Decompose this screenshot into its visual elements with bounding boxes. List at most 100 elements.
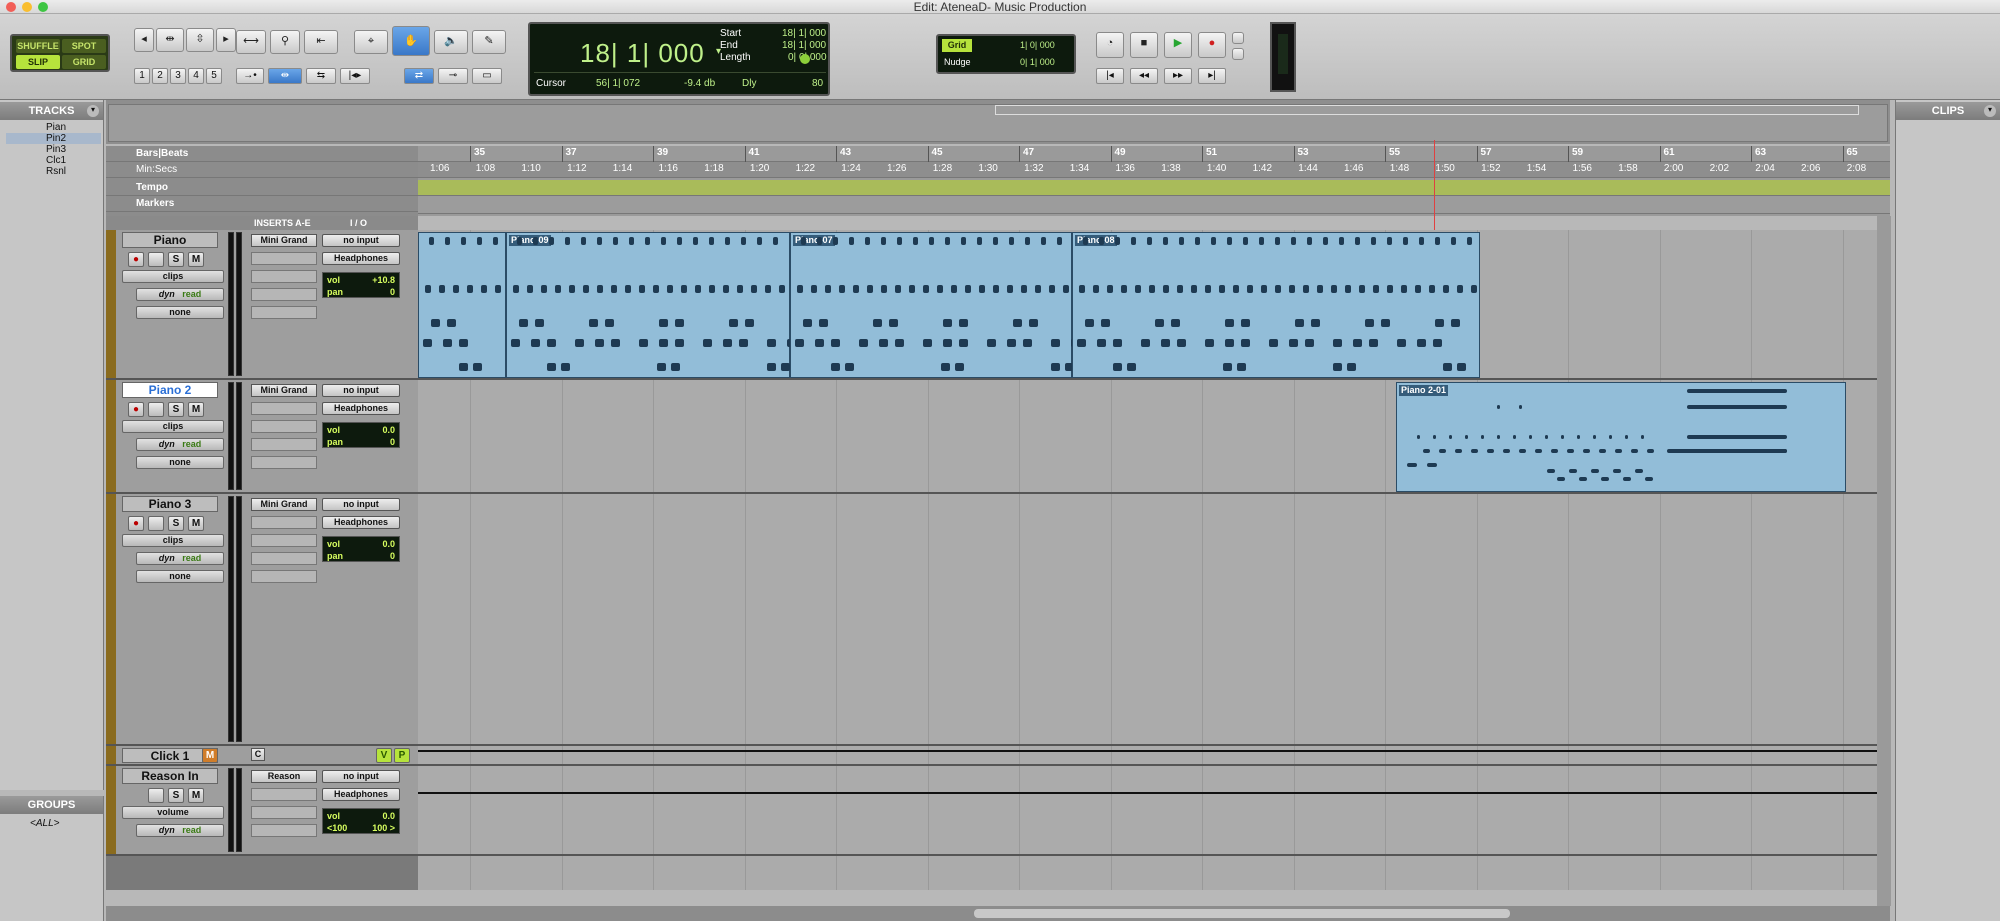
midi-note[interactable] <box>765 285 771 293</box>
midi-note[interactable] <box>1155 319 1164 327</box>
bars-ruler[interactable]: 35 37 39 41 43 45 47 49 51 53 55 57 59 61 63 65 <box>418 146 1890 162</box>
horizontal-scrollbar[interactable] <box>418 906 1890 921</box>
midi-note[interactable] <box>1049 285 1055 293</box>
midi-note[interactable] <box>1387 237 1392 245</box>
midi-note[interactable] <box>1529 435 1532 439</box>
midi-note[interactable] <box>667 285 673 293</box>
input-selector[interactable]: no input <box>322 384 400 397</box>
midi-note[interactable] <box>1009 237 1014 245</box>
mute-button[interactable]: M <box>188 252 204 267</box>
midi-note[interactable] <box>1635 469 1643 473</box>
zoom-in-icon[interactable]: ▸ <box>216 28 236 52</box>
midi-note[interactable] <box>1317 285 1323 293</box>
midi-note[interactable] <box>1439 449 1446 453</box>
midi-note[interactable] <box>1471 285 1477 293</box>
midi-note[interactable] <box>1113 363 1122 371</box>
vol-pan-display[interactable]: vol +10.8 pan 0 <box>322 272 400 298</box>
midi-note[interactable] <box>723 285 729 293</box>
midi-note[interactable] <box>1407 463 1417 467</box>
midi-zoom-icon[interactable]: ⇳ <box>186 28 214 52</box>
midi-note[interactable] <box>1333 339 1342 347</box>
midi-note[interactable] <box>1191 285 1197 293</box>
midi-note[interactable] <box>1295 319 1304 327</box>
midi-note[interactable] <box>1465 435 1468 439</box>
midi-note[interactable] <box>1551 449 1558 453</box>
midi-note[interactable] <box>865 237 870 245</box>
midi-note[interactable] <box>1227 237 1232 245</box>
midi-note[interactable] <box>1687 389 1787 393</box>
midi-note[interactable] <box>661 237 666 245</box>
midi-note[interactable] <box>987 339 996 347</box>
clip-piano-start[interactable] <box>418 232 506 378</box>
midi-note[interactable] <box>1455 449 1462 453</box>
midi-note[interactable] <box>1625 435 1628 439</box>
midi-note[interactable] <box>1467 237 1472 245</box>
volume-value[interactable]: 0.0 <box>382 424 395 436</box>
zoom-preset-5[interactable]: 5 <box>206 68 222 84</box>
midi-note[interactable] <box>1085 319 1094 327</box>
midi-note[interactable] <box>629 237 634 245</box>
midi-note[interactable] <box>853 285 859 293</box>
midi-note[interactable] <box>459 363 468 371</box>
volume-value[interactable]: +10.8 <box>372 274 395 286</box>
midi-note[interactable] <box>779 285 785 293</box>
insert-slot[interactable] <box>251 306 317 319</box>
horizontal-scroll-thumb[interactable] <box>974 909 1510 918</box>
midi-note[interactable] <box>889 319 898 327</box>
rewind-icon[interactable]: ◂◂ <box>1130 68 1158 84</box>
track-name[interactable]: Piano 3 <box>122 496 218 512</box>
midi-note[interactable] <box>565 237 570 245</box>
selector-tool-icon[interactable]: ⌖ <box>354 30 388 54</box>
midi-note[interactable] <box>1025 237 1030 245</box>
midi-note[interactable] <box>1013 319 1022 327</box>
bars-beats-label[interactable]: Bars|Beats <box>106 146 418 162</box>
timeline-tracks[interactable]: Piano-09 Piano-07 Piano-08 Piano 2-01 <box>418 140 1890 890</box>
midi-note[interactable] <box>1567 449 1574 453</box>
midi-note[interactable] <box>1471 449 1478 453</box>
midi-note[interactable] <box>1307 237 1312 245</box>
nudge-value[interactable]: 0| 1| 000 <box>1020 57 1055 67</box>
midi-note[interactable] <box>1029 319 1038 327</box>
volume-value[interactable]: 0.0 <box>382 538 395 550</box>
midi-note[interactable] <box>1347 363 1356 371</box>
midi-note[interactable] <box>597 285 603 293</box>
clip-piano-2-01[interactable]: Piano 2-01 <box>1396 382 1846 492</box>
midi-note[interactable] <box>1569 469 1577 473</box>
midi-note[interactable] <box>531 339 540 347</box>
midi-note[interactable] <box>1561 435 1564 439</box>
comp-selector[interactable]: none <box>136 570 224 583</box>
midi-note[interactable] <box>1381 319 1390 327</box>
midi-note[interactable] <box>1435 319 1444 327</box>
midi-note[interactable] <box>739 339 748 347</box>
midi-note[interactable] <box>695 285 701 293</box>
insert-slot[interactable] <box>251 420 317 433</box>
midi-note[interactable] <box>1241 339 1250 347</box>
timeline-ruler[interactable]: 35 37 39 41 43 45 47 49 51 53 55 57 59 61 63 65 1:06 1:0… <box>418 146 1890 216</box>
midi-note[interactable] <box>1369 339 1378 347</box>
track-list-item[interactable]: Pin2 <box>6 133 101 144</box>
midi-note[interactable] <box>1645 477 1653 481</box>
midi-note[interactable] <box>1487 449 1494 453</box>
clip-piano-07[interactable]: Piano-07 <box>790 232 1096 378</box>
midi-note[interactable] <box>1093 285 1099 293</box>
midi-note[interactable] <box>1179 237 1184 245</box>
midi-note[interactable] <box>671 363 680 371</box>
midi-note[interactable] <box>1667 449 1693 453</box>
midi-note[interactable] <box>1481 435 1484 439</box>
midi-note[interactable] <box>955 363 964 371</box>
midi-note[interactable] <box>1373 285 1379 293</box>
midi-note[interactable] <box>659 319 668 327</box>
insert-slot[interactable] <box>251 252 317 265</box>
midi-note[interactable] <box>751 285 757 293</box>
midi-note[interactable] <box>1451 237 1456 245</box>
view-selector[interactable]: clips <box>122 270 224 283</box>
midi-note[interactable] <box>767 339 776 347</box>
midi-note[interactable] <box>575 339 584 347</box>
midi-note[interactable] <box>1401 285 1407 293</box>
midi-note[interactable] <box>781 363 790 371</box>
midi-note[interactable] <box>1641 435 1644 439</box>
track-list-item[interactable]: Pian <box>6 122 101 133</box>
link-track-icon[interactable]: ⊸ <box>438 68 468 84</box>
volume-value[interactable]: 0.0 <box>382 810 395 822</box>
insert-slot[interactable]: Mini Grand <box>251 384 317 397</box>
